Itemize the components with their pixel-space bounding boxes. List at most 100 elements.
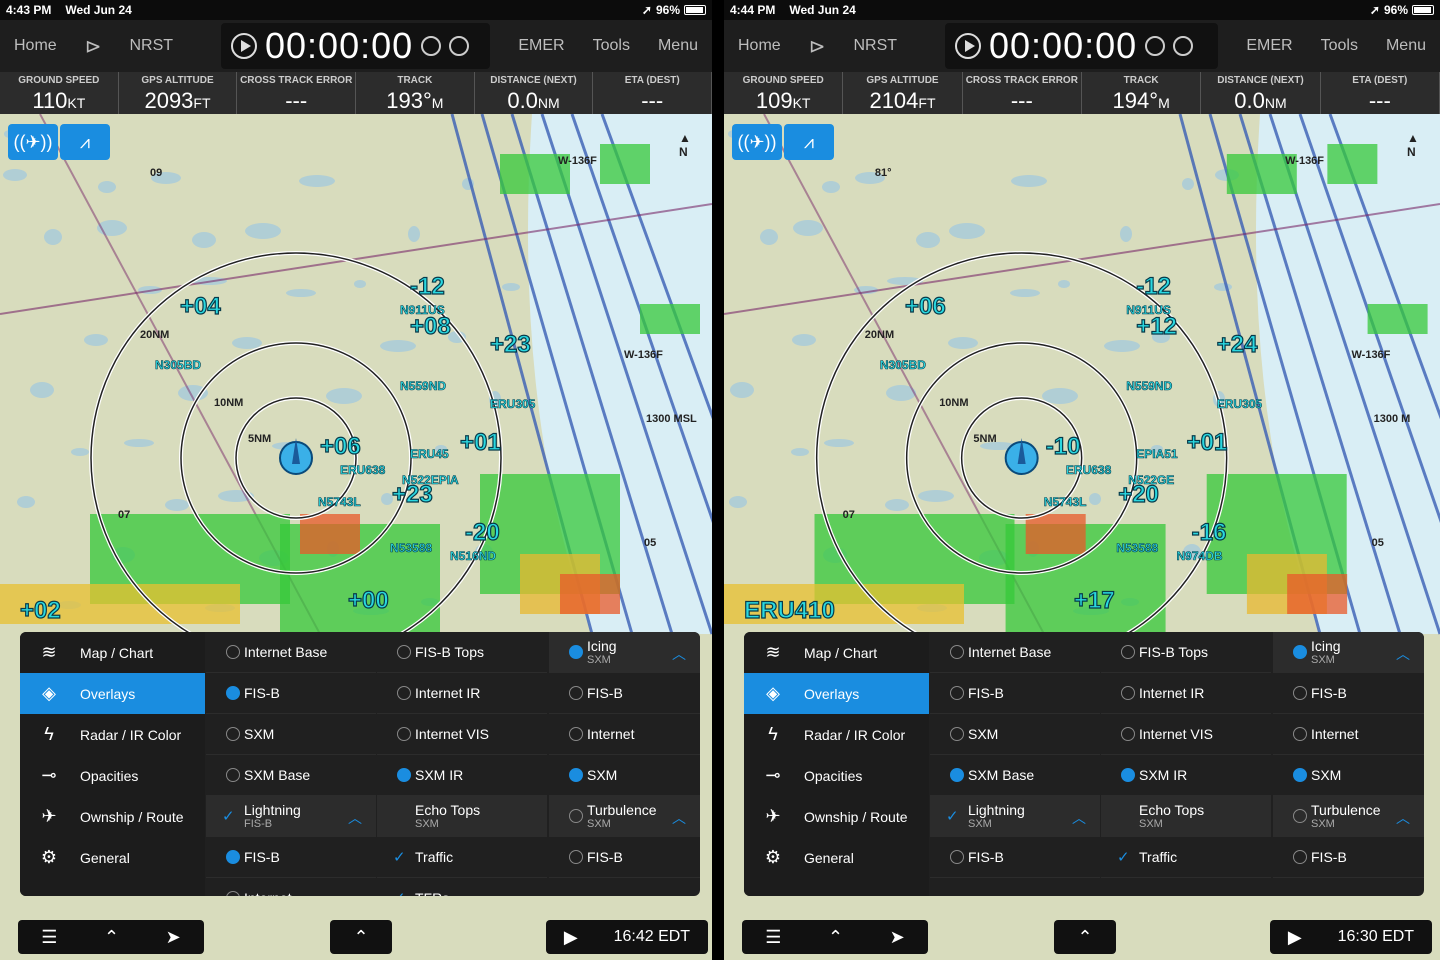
- nrst-button[interactable]: NRST: [115, 37, 187, 55]
- category-opacities[interactable]: ⊸ Opacities: [744, 755, 929, 796]
- category-general[interactable]: ⚙ General: [20, 837, 205, 878]
- chevron-up-icon[interactable]: ⌃: [353, 927, 368, 948]
- radio-selected-icon[interactable]: [1121, 768, 1135, 782]
- option-lightning[interactable]: ✓ Lightning SXM ︿: [930, 796, 1100, 837]
- option-icing[interactable]: Icing SXM ︿: [1273, 632, 1424, 673]
- instrument-cell[interactable]: TRACK 194°M: [1082, 72, 1202, 114]
- option-traffic[interactable]: ✓ Traffic: [1101, 837, 1271, 878]
- radio-icon[interactable]: [1121, 727, 1135, 741]
- option-fis-b[interactable]: FIS-B: [930, 673, 1100, 714]
- track-up-icon[interactable]: ➤: [890, 927, 905, 948]
- menu-button[interactable]: Menu: [644, 37, 712, 55]
- option-lightning[interactable]: ✓ Lightning FIS-B ︿: [206, 796, 376, 837]
- timer[interactable]: 00:00:00: [945, 23, 1219, 69]
- option-tfrs[interactable]: ✓ TFRs: [377, 878, 547, 896]
- instrument-cell[interactable]: GROUND SPEED 109KT: [724, 72, 844, 114]
- category-opacities[interactable]: ⊸ Opacities: [20, 755, 205, 796]
- radio-icon[interactable]: [226, 891, 240, 896]
- radio-icon[interactable]: [569, 809, 583, 823]
- radio-icon[interactable]: [397, 727, 411, 741]
- category-overlays[interactable]: ◈ Overlays: [744, 673, 929, 714]
- instrument-cell[interactable]: ETA (DEST) ---: [1321, 72, 1440, 114]
- night-mode-icon[interactable]: [1173, 36, 1194, 56]
- radio-selected-icon[interactable]: [1293, 768, 1307, 782]
- option-internet-vis[interactable]: Internet VIS: [377, 714, 547, 755]
- reset-icon[interactable]: [1145, 36, 1166, 56]
- option-turbulence[interactable]: Turbulence SXM ︿: [1273, 796, 1424, 837]
- north-compass-icon[interactable]: ▲ N: [1396, 128, 1430, 162]
- option-fis-b[interactable]: FIS-B: [206, 673, 376, 714]
- radio-icon[interactable]: [950, 727, 964, 741]
- radio-icon[interactable]: [226, 727, 240, 741]
- category-ownship-route[interactable]: ✈ Ownship / Route: [20, 796, 205, 837]
- instrument-cell[interactable]: TRACK 193°M: [356, 72, 475, 114]
- chevron-up-icon[interactable]: ︿: [1072, 808, 1086, 828]
- play-icon[interactable]: ▶: [564, 927, 578, 948]
- chevron-up-icon[interactable]: ︿: [1396, 808, 1410, 828]
- radio-selected-icon[interactable]: [226, 686, 240, 700]
- night-mode-icon[interactable]: [449, 36, 470, 56]
- category-radar-ir-color[interactable]: ϟ Radar / IR Color: [20, 714, 205, 755]
- layers-button[interactable]: ☰ ⌃ ➤: [18, 920, 204, 954]
- category-map-chart[interactable]: ≋ Map / Chart: [20, 632, 205, 673]
- option-fis-b-tops[interactable]: FIS-B Tops: [377, 632, 547, 673]
- option-sxm[interactable]: SXM: [206, 714, 376, 755]
- emer-button[interactable]: EMER: [504, 37, 578, 55]
- option-sxm[interactable]: SXM: [549, 755, 700, 796]
- category-map-chart[interactable]: ≋ Map / Chart: [744, 632, 929, 673]
- category-ownship-route[interactable]: ✈ Ownship / Route: [744, 796, 929, 837]
- layers-icon[interactable]: ☰: [41, 927, 57, 948]
- radio-icon[interactable]: [950, 686, 964, 700]
- option-fis-b[interactable]: FIS-B: [930, 837, 1100, 878]
- radio-selected-icon[interactable]: [569, 768, 583, 782]
- radio-icon[interactable]: [1293, 686, 1307, 700]
- track-up-icon[interactable]: ➤: [166, 927, 181, 948]
- chevron-up-icon[interactable]: ︿: [348, 808, 362, 828]
- layers-button[interactable]: ☰ ⌃ ➤: [742, 920, 928, 954]
- instrument-cell[interactable]: DISTANCE (NEXT) 0.0NM: [475, 72, 594, 114]
- option-internet-base[interactable]: Internet Base: [206, 632, 376, 673]
- instrument-cell[interactable]: CROSS TRACK ERROR ---: [963, 72, 1082, 114]
- home-button[interactable]: Home: [0, 37, 71, 55]
- category-general[interactable]: ⚙ General: [744, 837, 929, 878]
- route-icon[interactable]: ⌃: [828, 927, 843, 948]
- option-internet[interactable]: Internet: [1273, 714, 1424, 755]
- antenna-icon[interactable]: ⩘: [60, 124, 110, 160]
- instrument-cell[interactable]: DISTANCE (NEXT) 0.0NM: [1201, 72, 1321, 114]
- option-fis-b[interactable]: FIS-B: [549, 673, 700, 714]
- instrument-cell[interactable]: GPS ALTITUDE 2104FT: [843, 72, 963, 114]
- option-sxm[interactable]: SXM: [930, 714, 1100, 755]
- radio-icon[interactable]: [1121, 686, 1135, 700]
- option-sxm[interactable]: SXM: [1273, 755, 1424, 796]
- chevron-up-icon[interactable]: ︿: [672, 644, 686, 664]
- option-internet-vis[interactable]: Internet VIS: [1101, 714, 1271, 755]
- chevron-up-icon[interactable]: ⌃: [1077, 927, 1092, 948]
- radio-icon[interactable]: [397, 645, 411, 659]
- option-sxm-base[interactable]: SXM Base: [206, 755, 376, 796]
- radio-icon[interactable]: [1293, 727, 1307, 741]
- tools-button[interactable]: Tools: [579, 37, 644, 55]
- radio-selected-icon[interactable]: [950, 768, 964, 782]
- play-icon[interactable]: ▶: [1288, 927, 1302, 948]
- option-fis-b[interactable]: FIS-B: [1273, 837, 1424, 878]
- layers-icon[interactable]: ☰: [765, 927, 781, 948]
- option-echo-tops[interactable]: Echo Tops SXM: [1101, 796, 1271, 837]
- option-fis-b[interactable]: FIS-B: [549, 837, 700, 878]
- instrument-strip[interactable]: GROUND SPEED 109KT GPS ALTITUDE 2104FT CROSS…: [724, 72, 1440, 114]
- radio-icon[interactable]: [226, 645, 240, 659]
- category-overlays[interactable]: ◈ Overlays: [20, 673, 205, 714]
- option-sxm-ir[interactable]: SXM IR: [1101, 755, 1271, 796]
- radio-icon[interactable]: [1121, 645, 1135, 659]
- direct-to-icon[interactable]: ⊳: [795, 34, 840, 59]
- instrument-cell[interactable]: ETA (DEST) ---: [593, 72, 712, 114]
- tools-button[interactable]: Tools: [1307, 37, 1372, 55]
- radio-selected-icon[interactable]: [569, 645, 583, 659]
- radio-selected-icon[interactable]: [226, 850, 240, 864]
- ownship-connect-icon[interactable]: ((✈)): [732, 124, 782, 160]
- option-turbulence[interactable]: Turbulence SXM ︿: [549, 796, 700, 837]
- radio-icon[interactable]: [1293, 809, 1307, 823]
- option-internet[interactable]: Internet: [206, 878, 376, 896]
- radio-icon[interactable]: [950, 850, 964, 864]
- menu-button[interactable]: Menu: [1372, 37, 1440, 55]
- instrument-cell[interactable]: CROSS TRACK ERROR ---: [237, 72, 357, 114]
